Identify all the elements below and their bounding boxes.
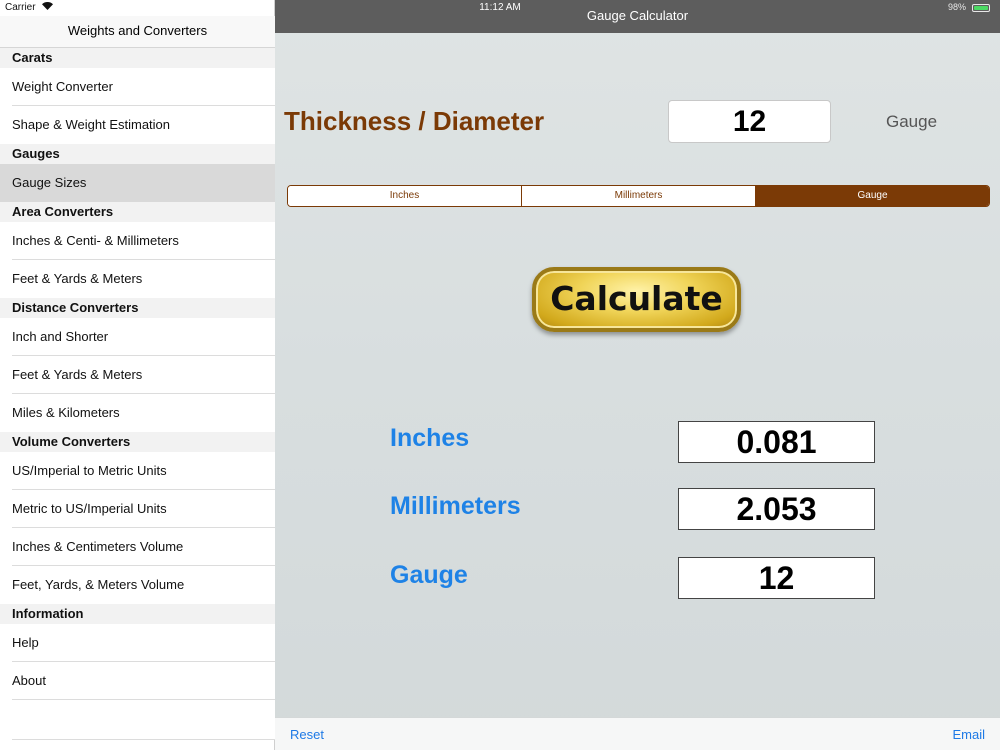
section-header-carats: Carats: [0, 48, 275, 68]
sidebar-item-distance-feet-yards-meters[interactable]: Feet & Yards & Meters: [0, 356, 275, 394]
result-label-millimeters: Millimeters: [390, 492, 521, 520]
sidebar-item-inch-and-shorter[interactable]: Inch and Shorter: [0, 318, 275, 356]
email-button[interactable]: Email: [952, 727, 985, 742]
result-value-gauge: 12: [678, 557, 875, 599]
sidebar-item-area-inches-centi-milli[interactable]: Inches & Centi- & Millimeters: [0, 222, 275, 260]
main-panel: 11:12 AM 98% Gauge Calculator Thickness …: [275, 0, 1000, 750]
section-header-area-converters: Area Converters: [0, 202, 275, 222]
segment-inches[interactable]: Inches: [288, 186, 522, 206]
section-header-volume-converters: Volume Converters: [0, 432, 275, 452]
thickness-diameter-label: Thickness / Diameter: [284, 106, 545, 136]
result-label-gauge: Gauge: [390, 561, 468, 589]
sidebar-item-area-feet-yards-meters[interactable]: Feet & Yards & Meters: [0, 260, 275, 298]
sidebar-item-shape-weight-estimation[interactable]: Shape & Weight Estimation: [0, 106, 275, 144]
sidebar-item-weight-converter[interactable]: Weight Converter: [0, 68, 275, 106]
status-bar-left: Carrier: [0, 0, 275, 16]
section-header-distance-converters: Distance Converters: [0, 298, 275, 318]
segment-gauge[interactable]: Gauge: [756, 186, 989, 206]
sidebar-item-gauge-sizes[interactable]: Gauge Sizes: [0, 164, 275, 202]
reset-button[interactable]: Reset: [290, 727, 324, 742]
section-header-information: Information: [0, 604, 275, 624]
result-value-millimeters: 2.053: [678, 488, 875, 530]
result-value-inches: 0.081: [678, 421, 875, 463]
sidebar-item-inches-centimeters-volume[interactable]: Inches & Centimeters Volume: [0, 528, 275, 566]
navigation-bar: 11:12 AM 98% Gauge Calculator: [275, 0, 1000, 33]
sidebar-item-metric-to-us-imperial[interactable]: Metric to US/Imperial Units: [0, 490, 275, 528]
sidebar-item-miles-kilometers[interactable]: Miles & Kilometers: [0, 394, 275, 432]
sidebar-item-about[interactable]: About: [0, 662, 275, 700]
sidebar: Carrier Weights and Converters Carats We…: [0, 0, 275, 750]
sidebar-list: Carats Weight Converter Shape & Weight E…: [0, 48, 275, 740]
input-unit-label: Gauge: [886, 112, 938, 131]
calculate-button[interactable]: Calculate: [532, 267, 741, 332]
page-title: Gauge Calculator: [586, 8, 689, 23]
sidebar-item-help[interactable]: Help: [0, 624, 275, 662]
segment-millimeters[interactable]: Millimeters: [522, 186, 756, 206]
sidebar-item-us-imperial-to-metric[interactable]: US/Imperial to Metric Units: [0, 452, 275, 490]
carrier-label: Carrier: [5, 2, 36, 13]
result-label-inches: Inches: [390, 424, 470, 452]
unit-segmented-control: Inches Millimeters Gauge: [287, 185, 990, 207]
gauge-value-input[interactable]: [668, 100, 831, 143]
sidebar-title: Weights and Converters: [0, 16, 275, 48]
sidebar-item-feet-yards-meters-volume[interactable]: Feet, Yards, & Meters Volume: [0, 566, 275, 604]
wifi-icon: [42, 0, 54, 16]
sidebar-empty-row: [0, 700, 275, 740]
section-header-gauges: Gauges: [0, 144, 275, 164]
bottom-toolbar: Reset Email: [275, 717, 1000, 750]
